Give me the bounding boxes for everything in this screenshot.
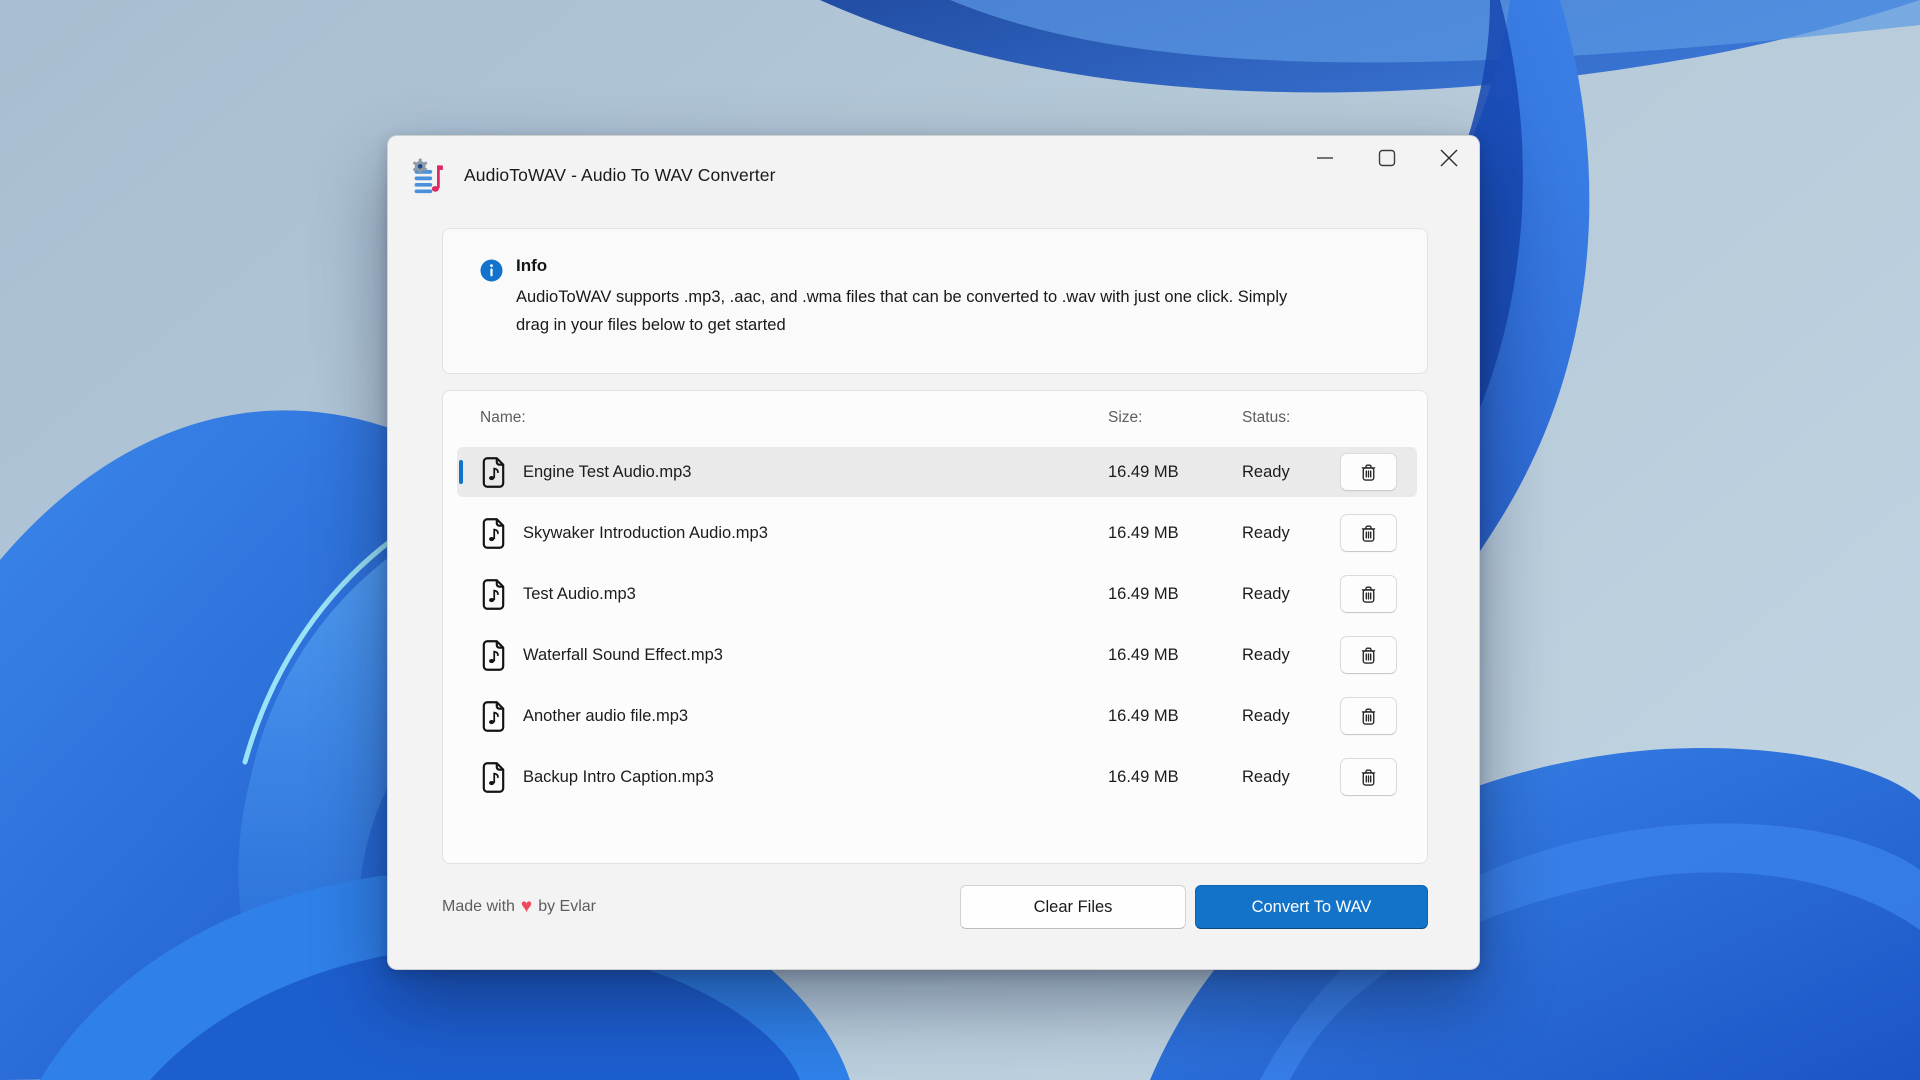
close-button[interactable] — [1426, 141, 1472, 175]
info-icon — [480, 259, 503, 282]
convert-to-wav-button[interactable]: Convert To WAV — [1195, 885, 1428, 929]
file-status: Ready — [1242, 523, 1290, 542]
minimize-icon — [1317, 157, 1333, 159]
maximize-button[interactable] — [1364, 141, 1410, 175]
close-icon — [1440, 149, 1458, 167]
info-card: Info AudioToWAV supports .mp3, .aac, and… — [442, 228, 1428, 374]
credit-line: Made with ♥ by Evlar — [442, 895, 960, 917]
column-header-status: Status: — [1242, 409, 1291, 426]
file-status: Ready — [1242, 584, 1290, 603]
trash-icon — [1361, 707, 1376, 725]
clear-files-button[interactable]: Clear Files — [960, 885, 1186, 929]
window-controls — [1302, 141, 1472, 175]
column-header-name: Name: — [480, 409, 526, 426]
audio-file-icon — [480, 455, 510, 489]
delete-file-button[interactable] — [1340, 575, 1397, 613]
file-name: Engine Test Audio.mp3 — [523, 462, 692, 481]
file-status: Ready — [1242, 645, 1290, 664]
file-name: Test Audio.mp3 — [523, 584, 636, 603]
file-size: 16.49 MB — [1108, 645, 1179, 664]
trash-icon — [1361, 768, 1376, 786]
credit-prefix: Made with — [442, 898, 515, 915]
file-size: 16.49 MB — [1108, 706, 1179, 725]
file-name: Waterfall Sound Effect.mp3 — [523, 645, 723, 664]
app-icon — [413, 158, 443, 194]
file-status: Ready — [1242, 767, 1290, 786]
delete-file-button[interactable] — [1340, 514, 1397, 552]
file-size: 16.49 MB — [1108, 462, 1179, 481]
trash-icon — [1361, 463, 1376, 481]
delete-file-button[interactable] — [1340, 758, 1397, 796]
trash-icon — [1361, 585, 1376, 603]
info-text: Info AudioToWAV supports .mp3, .aac, and… — [516, 256, 1306, 339]
titlebar[interactable]: AudioToWAV - Audio To WAV Converter — [388, 136, 1479, 216]
info-heading: Info — [516, 256, 548, 275]
minimize-button[interactable] — [1302, 141, 1348, 175]
footer: Made with ♥ by Evlar Clear Files Convert… — [442, 885, 1428, 929]
delete-file-button[interactable] — [1340, 636, 1397, 674]
heart-icon: ♥ — [520, 895, 533, 917]
selection-accent-pill — [459, 460, 463, 484]
trash-icon — [1361, 646, 1376, 664]
column-header-size: Size: — [1108, 409, 1143, 426]
file-status: Ready — [1242, 706, 1290, 725]
file-size: 16.49 MB — [1108, 584, 1179, 603]
file-list-header: Name: Size: Status: — [443, 391, 1427, 433]
file-row[interactable]: Skywaker Introduction Audio.mp3 16.49 MB… — [457, 508, 1417, 558]
delete-file-button[interactable] — [1340, 453, 1397, 491]
audio-file-icon — [480, 638, 510, 672]
file-row[interactable]: Backup Intro Caption.mp3 16.49 MB Ready — [457, 752, 1417, 802]
file-name: Backup Intro Caption.mp3 — [523, 767, 714, 786]
maximize-icon — [1378, 149, 1396, 167]
window-title: AudioToWAV - Audio To WAV Converter — [464, 165, 776, 185]
file-size: 16.49 MB — [1108, 523, 1179, 542]
credit-suffix: by Evlar — [538, 898, 596, 915]
file-row[interactable]: Test Audio.mp3 16.49 MB Ready — [457, 569, 1417, 619]
file-row[interactable]: Engine Test Audio.mp3 16.49 MB Ready — [457, 447, 1417, 497]
file-status: Ready — [1242, 462, 1290, 481]
file-list-panel: Name: Size: Status: Engine Test Audio.mp… — [442, 390, 1428, 864]
file-row[interactable]: Another audio file.mp3 16.49 MB Ready — [457, 691, 1417, 741]
info-description: AudioToWAV supports .mp3, .aac, and .wma… — [516, 288, 1288, 334]
trash-icon — [1361, 524, 1376, 542]
file-row[interactable]: Waterfall Sound Effect.mp3 16.49 MB Read… — [457, 630, 1417, 680]
file-size: 16.49 MB — [1108, 767, 1179, 786]
file-name: Another audio file.mp3 — [523, 706, 689, 725]
audio-file-icon — [480, 516, 510, 550]
file-name: Skywaker Introduction Audio.mp3 — [523, 523, 768, 542]
file-rows: Engine Test Audio.mp3 16.49 MB Ready Sky… — [457, 447, 1417, 813]
delete-file-button[interactable] — [1340, 697, 1397, 735]
audio-file-icon — [480, 577, 510, 611]
audio-file-icon — [480, 760, 510, 794]
desktop: AudioToWAV - Audio To WAV Converter Info… — [0, 0, 1920, 1080]
app-window: AudioToWAV - Audio To WAV Converter Info… — [387, 135, 1480, 970]
audio-file-icon — [480, 699, 510, 733]
